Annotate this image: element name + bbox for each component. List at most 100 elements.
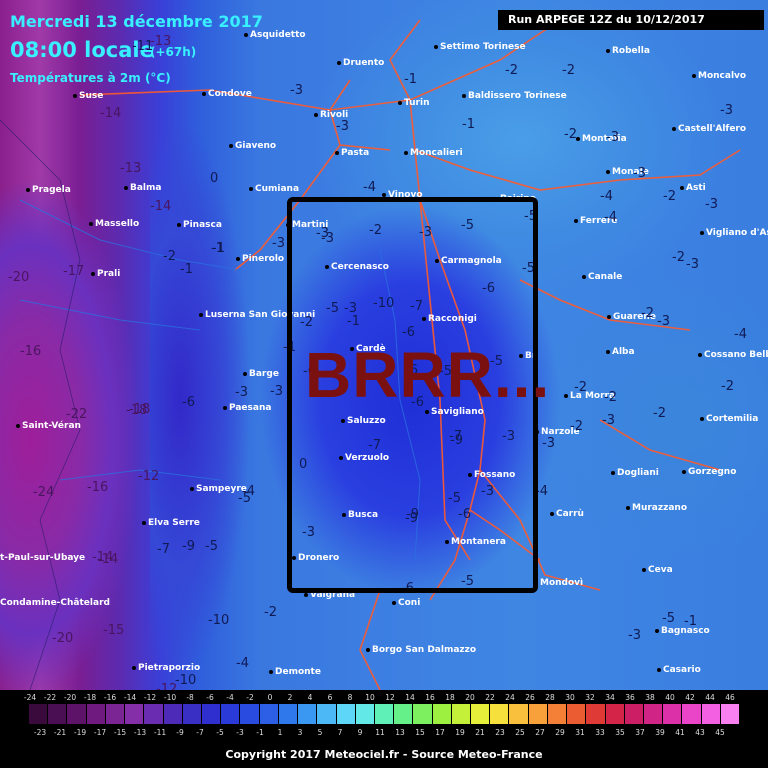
town-dot	[700, 231, 704, 235]
legend-swatch	[67, 704, 87, 724]
temperature-value: -2	[505, 63, 518, 78]
temperature-value: -1	[462, 117, 475, 132]
legend-tick: 29	[555, 728, 565, 737]
town-dot	[611, 471, 615, 475]
legend-tick: 22	[485, 693, 495, 702]
forecast-date: Mercredi 13 décembre 2017	[10, 12, 263, 31]
color-legend: -24 -22 -20 -18 -16 -14 -12 -10 -8 -6 -4 -2 0 2 4 6 8 10 1…	[0, 690, 768, 768]
temperature-value: -22	[66, 407, 88, 422]
legend-swatch	[298, 704, 318, 724]
town-dot	[269, 670, 273, 674]
town-label: Pinerolo	[242, 254, 285, 264]
town-label: Settimo Torinese	[440, 42, 526, 52]
temperature-value: -13	[120, 161, 142, 176]
legend-tick: -13	[133, 728, 147, 737]
town-dot	[550, 512, 554, 516]
town-label: Robella	[612, 46, 650, 56]
town-dot	[89, 222, 93, 226]
legend-swatch	[644, 704, 664, 724]
temperature-value: -9	[182, 539, 195, 554]
legend-tick: 12	[385, 693, 395, 702]
legend-tick: -17	[93, 728, 107, 737]
legend-swatch	[144, 704, 164, 724]
temperature-value: -16	[87, 480, 109, 495]
town-label: Giaveno	[235, 141, 277, 151]
legend-tick: -1	[256, 728, 264, 737]
legend-tick: -8	[186, 693, 194, 702]
town-label: Moncalieri	[410, 148, 463, 158]
temperature-value: -10	[208, 613, 230, 628]
legend-tick: 45	[715, 728, 725, 737]
town-dot	[190, 487, 194, 491]
town-dot	[582, 275, 586, 279]
temperature-value: -18	[126, 403, 148, 418]
town-label: Demonte	[275, 667, 321, 677]
town-dot	[657, 668, 661, 672]
town-dot	[680, 186, 684, 190]
temperature-value: -20	[52, 631, 74, 646]
legend-swatch	[48, 704, 68, 724]
temperature-value: -6	[182, 395, 195, 410]
temperature-map: Mercredi 13 décembre 2017 08:00 locale (…	[0, 0, 768, 768]
temperature-value: -2	[663, 189, 676, 204]
town-dot	[398, 101, 402, 105]
legend-tick: 4	[307, 693, 313, 702]
town-dot	[700, 417, 704, 421]
temperature-value: -3	[290, 83, 303, 98]
legend-tick: 3	[297, 728, 303, 737]
legend-swatch	[701, 704, 721, 724]
town-dot	[672, 127, 676, 131]
legend-swatch	[105, 704, 126, 724]
legend-swatch	[125, 704, 145, 724]
temperature-value: -4	[236, 656, 249, 671]
legend-tick: 16	[425, 693, 435, 702]
legend-tick: -15	[113, 728, 127, 737]
temperature-value: -16	[20, 344, 42, 359]
temperature-value: -3	[542, 436, 555, 451]
legend-tick: 40	[665, 693, 675, 702]
legend-swatch	[29, 704, 49, 724]
temperature-value: -2	[721, 379, 734, 394]
town-label: Alba	[612, 347, 635, 357]
legend-tick: 20	[465, 693, 475, 702]
temperature-value: -3	[272, 236, 285, 251]
legend-tick: -21	[53, 728, 67, 737]
town-dot	[682, 470, 686, 474]
town-dot	[462, 94, 466, 98]
town-label: Barge	[249, 369, 279, 379]
variable-label: Températures à 2m (°C)	[10, 71, 171, 85]
legend-swatch	[586, 704, 606, 724]
town-label: Massello	[95, 219, 140, 229]
temperature-value: -4	[734, 327, 747, 342]
legend-tick: 5	[317, 728, 323, 737]
town-label: Pietraporzio	[138, 663, 201, 673]
overlay-text: BRRR...	[305, 339, 551, 411]
town-dot	[606, 350, 610, 354]
legend-tick: 33	[595, 728, 605, 737]
town-label: Asti	[686, 183, 706, 193]
legend-tick: 37	[635, 728, 645, 737]
legend-swatch	[336, 704, 356, 724]
town-label: Cossano Belb	[704, 350, 768, 360]
legend-tick: 43	[695, 728, 705, 737]
town-dot	[404, 151, 408, 155]
legend-swatch	[547, 704, 568, 724]
town-dot	[366, 648, 370, 652]
town-dot	[626, 506, 630, 510]
legend-swatch	[509, 704, 529, 724]
legend-swatch	[720, 704, 741, 724]
legend-tick: -4	[226, 693, 234, 702]
town-label: Turin	[404, 98, 430, 108]
legend-tick: -22	[43, 693, 57, 702]
town-label: Canale	[588, 272, 623, 282]
temperature-value: 0	[210, 171, 219, 186]
town-dot	[16, 424, 20, 428]
legend-tick: 27	[535, 728, 545, 737]
town-dot	[202, 92, 206, 96]
temperature-value: -20	[8, 270, 30, 285]
town-label: Ceva	[648, 565, 673, 575]
legend-tick: -11	[153, 728, 167, 737]
temperature-value: -2	[564, 127, 577, 142]
legend-tick: 11	[375, 728, 385, 737]
legend-tick: 23	[495, 728, 505, 737]
